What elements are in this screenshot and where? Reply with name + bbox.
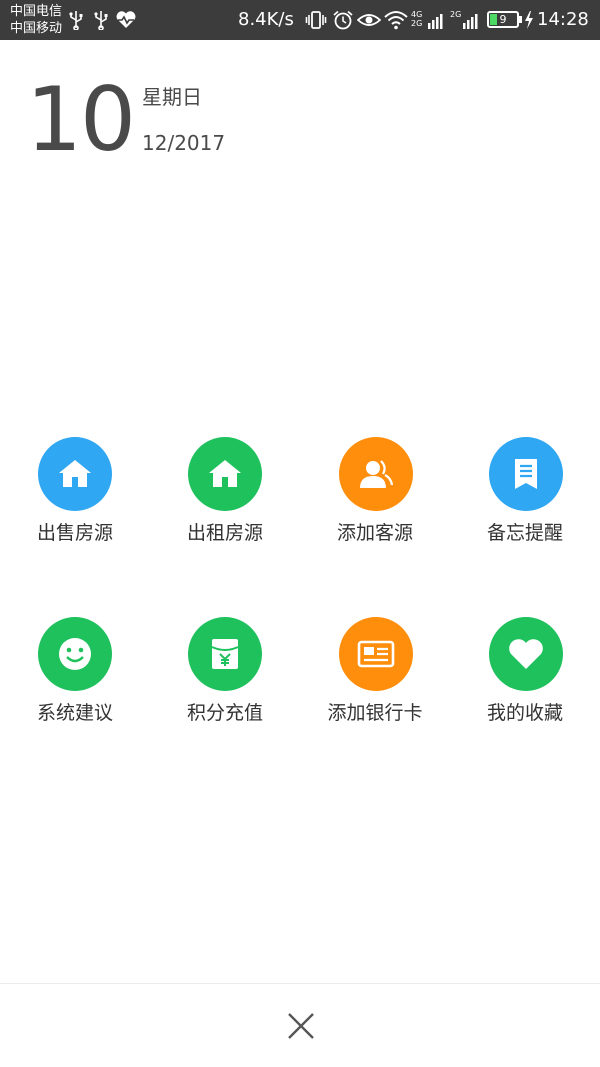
system-feedback-label: 系统建议 — [36, 702, 113, 724]
status-bar: 中国电信 中国移动 8.4K/s 4G 2G 2G 9 14:28 — [0, 0, 600, 40]
sell-property-circle — [38, 437, 112, 511]
my-favorites-label: 我的收藏 — [486, 702, 563, 724]
vibrate-icon — [305, 10, 327, 34]
weekday: 星期日 — [142, 85, 202, 109]
rent-property-circle — [188, 437, 262, 511]
network-1-label: 4G — [411, 10, 422, 19]
rent-property-label: 出租房源 — [186, 522, 263, 544]
signal-icon: 2G — [450, 9, 480, 35]
bottom-divider — [0, 983, 600, 984]
memo-reminder-label: 备忘提醒 — [486, 522, 563, 544]
action-grid: 出售房源 出租房源 添加客源 备忘提醒 系统建议 积分充值 添加银行卡 我的收藏 — [0, 437, 600, 737]
sell-property-button[interactable]: 出售房源 — [0, 437, 150, 567]
house-icon — [59, 460, 91, 487]
alarm-icon — [332, 10, 354, 34]
bank-card-icon — [357, 640, 395, 668]
memo-reminder-button[interactable]: 备忘提醒 — [450, 437, 600, 567]
memo-icon — [515, 459, 537, 489]
add-bank-card-button[interactable]: 添加银行卡 — [300, 617, 450, 747]
my-favorites-button[interactable]: 我的收藏 — [450, 617, 600, 747]
battery-level: 9 — [499, 13, 507, 26]
battery-icon: 9 — [487, 11, 519, 28]
memo-reminder-circle — [489, 437, 563, 511]
contact-icon — [360, 460, 394, 488]
smile-icon — [59, 638, 91, 670]
add-client-circle — [339, 437, 413, 511]
close-button[interactable] — [276, 1001, 326, 1051]
system-feedback-circle — [38, 617, 112, 691]
day-number: 10 — [26, 68, 136, 171]
heartbeat-icon — [115, 10, 137, 34]
add-bank-card-label: 添加银行卡 — [327, 702, 423, 724]
carrier-1: 中国电信 — [10, 4, 63, 19]
svg-text:2G: 2G — [450, 10, 461, 19]
add-client-label: 添加客源 — [336, 522, 413, 544]
usb-icon — [68, 10, 84, 34]
rent-property-button[interactable]: 出租房源 — [150, 437, 300, 567]
points-recharge-circle — [188, 617, 262, 691]
sell-property-label: 出售房源 — [36, 522, 113, 544]
points-recharge-label: 积分充值 — [186, 702, 263, 724]
points-recharge-button[interactable]: 积分充值 — [150, 617, 300, 747]
heart-icon — [509, 639, 543, 669]
eye-icon — [356, 10, 382, 34]
usb-icon — [93, 10, 109, 34]
system-feedback-button[interactable]: 系统建议 — [0, 617, 150, 747]
my-favorites-circle — [489, 617, 563, 691]
network-2-label: 2G — [411, 19, 422, 28]
month-year: 12/2017 — [142, 131, 226, 155]
add-client-button[interactable]: 添加客源 — [300, 437, 450, 567]
close-icon — [288, 1013, 314, 1039]
carrier-2: 中国移动 — [10, 21, 63, 36]
net-speed: 8.4K/s — [238, 9, 294, 30]
signal-icon: 4G 2G — [411, 9, 445, 35]
add-bank-card-circle — [339, 617, 413, 691]
wifi-icon — [384, 10, 408, 34]
house-icon — [209, 460, 241, 487]
clock: 14:28 — [537, 9, 589, 30]
carrier-labels: 中国电信 中国移动 — [10, 3, 62, 37]
yuan-icon — [211, 639, 239, 669]
charging-icon — [524, 10, 534, 34]
